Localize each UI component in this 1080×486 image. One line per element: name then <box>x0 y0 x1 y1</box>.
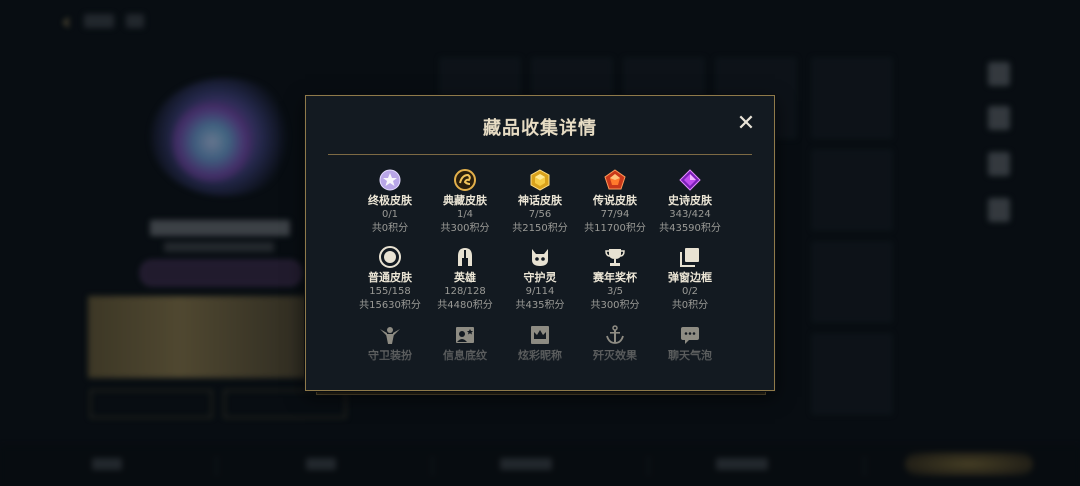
collection-item-season-trophy[interactable]: 赛年奖杯 3/5 共300积分 <box>573 246 657 313</box>
collection-item-info-background[interactable]: 信息底纹 <box>423 324 507 363</box>
frame-stack-icon <box>680 248 699 267</box>
title-divider <box>328 154 752 155</box>
dragon-crest-icon <box>454 169 476 191</box>
spirit-icon <box>532 249 548 266</box>
collection-item-epic-skin[interactable]: 史诗皮肤 343/424 共43590积分 <box>648 169 732 236</box>
item-label: 终极皮肤 <box>368 194 412 207</box>
item-count: 77/94 <box>600 209 630 220</box>
item-count: 7/56 <box>528 209 552 220</box>
item-count: 0/1 <box>381 209 399 220</box>
item-points: 共0积分 <box>671 300 709 311</box>
item-label: 炫彩昵称 <box>518 349 562 362</box>
gold-gem-icon <box>530 169 550 191</box>
item-label: 神话皮肤 <box>518 194 562 207</box>
item-points: 共0积分 <box>371 223 409 234</box>
item-label: 史诗皮肤 <box>668 194 712 207</box>
orange-gem-icon <box>604 169 626 190</box>
item-label: 赛年奖杯 <box>593 271 637 284</box>
collection-item-normal-skin[interactable]: 普通皮肤 155/158 共15630积分 <box>348 246 432 313</box>
diamond-gem-icon <box>379 169 401 191</box>
collection-item-color-nickname[interactable]: 炫彩昵称 <box>498 324 582 363</box>
item-points: 共4480积分 <box>437 300 493 311</box>
collection-item-ultimate-skin[interactable]: 终极皮肤 0/1 共0积分 <box>348 169 432 236</box>
item-count: 0/2 <box>681 286 699 297</box>
item-points: 共15630积分 <box>359 300 421 311</box>
item-count: 3/5 <box>606 286 624 297</box>
profile-card-icon <box>456 327 474 343</box>
item-count: 343/424 <box>669 209 711 220</box>
item-points: 共435积分 <box>515 300 565 311</box>
item-label: 典藏皮肤 <box>443 194 487 207</box>
collection-item-guard-outfit[interactable]: 守卫装扮 <box>348 324 432 363</box>
crown-card-icon <box>531 326 549 344</box>
collection-details-modal: 藏品收集详情 ✕ 终极皮肤 0/1 共0积分 典藏皮肤 1/4 共300积分 神… <box>305 95 775 391</box>
item-label: 聊天气泡 <box>668 349 712 362</box>
collection-item-legend-skin[interactable]: 传说皮肤 77/94 共11700积分 <box>573 169 657 236</box>
item-label: 守护灵 <box>523 271 557 284</box>
helmet-icon <box>458 248 472 266</box>
item-count: 155/158 <box>369 286 411 297</box>
collection-item-popup-frame[interactable]: 弹窗边框 0/2 共0积分 <box>648 246 732 313</box>
item-label: 守卫装扮 <box>368 349 412 362</box>
collection-item-guardian-spirit[interactable]: 守护灵 9/114 共435积分 <box>498 246 582 313</box>
modal-title: 藏品收集详情 <box>483 118 597 139</box>
anchor-icon <box>606 325 624 344</box>
collection-item-collector-skin[interactable]: 典藏皮肤 1/4 共300积分 <box>423 169 507 236</box>
collection-item-chat-bubble[interactable]: 聊天气泡 <box>648 324 732 363</box>
close-button[interactable]: ✕ <box>734 112 758 136</box>
item-count: 1/4 <box>456 209 474 220</box>
item-count: 9/114 <box>525 286 555 297</box>
item-label: 英雄 <box>454 271 476 284</box>
purple-gem-icon <box>679 169 701 191</box>
collection-item-heroes[interactable]: 英雄 128/128 共4480积分 <box>423 246 507 313</box>
circle-badge-icon <box>379 246 401 268</box>
collection-item-kill-effect[interactable]: 歼灭效果 <box>573 324 657 363</box>
chat-bubble-icon <box>681 327 699 344</box>
collection-item-mythic-skin[interactable]: 神话皮肤 7/56 共2150积分 <box>498 169 582 236</box>
item-label: 歼灭效果 <box>593 349 637 362</box>
item-points: 共43590积分 <box>659 223 721 234</box>
item-label: 普通皮肤 <box>368 271 412 284</box>
item-count: 128/128 <box>444 286 486 297</box>
item-points: 共2150积分 <box>512 223 568 234</box>
item-points: 共300积分 <box>590 300 640 311</box>
item-points: 共11700积分 <box>584 223 646 234</box>
item-label: 传说皮肤 <box>593 194 637 207</box>
item-label: 信息底纹 <box>443 349 487 362</box>
trophy-icon <box>605 249 625 266</box>
winged-figure-icon <box>380 327 400 344</box>
item-points: 共300积分 <box>440 223 490 234</box>
item-label: 弹窗边框 <box>668 271 712 284</box>
